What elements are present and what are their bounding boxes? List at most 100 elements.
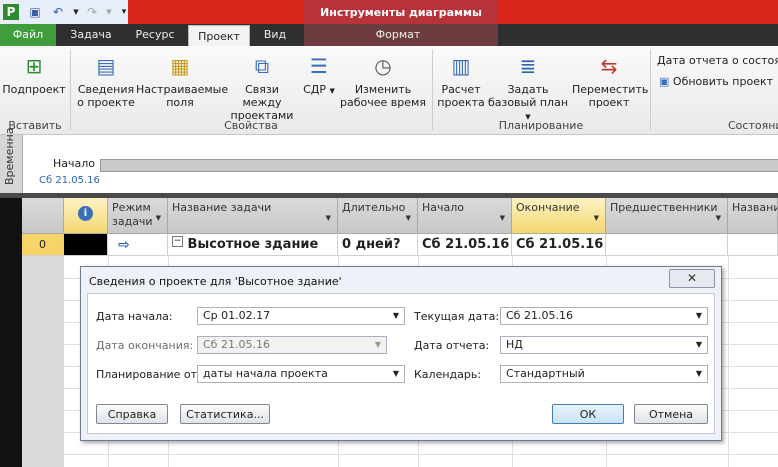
chevron-down-icon[interactable]: ▼ [696, 308, 702, 324]
dialog-title: Сведения о проекте для 'Высотное здание' [89, 275, 342, 288]
status-date-field[interactable]: НД ▼ [500, 336, 708, 354]
separator [70, 50, 71, 130]
chevron-down-icon[interactable]: ▼ [393, 366, 399, 382]
chevron-down-icon[interactable]: ▼ [500, 211, 505, 225]
indicators-header[interactable]: i [64, 198, 108, 234]
tab-format[interactable]: Формат [360, 24, 436, 46]
calculator-icon: ▥ [451, 54, 471, 78]
current-date-field[interactable]: Сб 21.05.16 ▼ [500, 307, 708, 325]
subproject-button[interactable]: ⊞ Подпроект [2, 52, 66, 96]
set-baseline-button[interactable]: ≣ Задать базовый план ▼ [486, 52, 570, 124]
tab-project[interactable]: Проект [188, 25, 250, 47]
current-date-label: Текущая дата: [414, 310, 500, 323]
gantt-tools-label: Инструменты диаграммы Ганта [304, 0, 498, 45]
calendar-select[interactable]: Стандартный ▼ [500, 365, 708, 383]
calculate-project-button[interactable]: ▥ Расчет проекта [436, 52, 486, 109]
schedule-from-value: даты начала проекта [203, 367, 328, 380]
duration-header[interactable]: Длительно ▼ [338, 198, 418, 234]
status-date-button[interactable]: Дата отчета о состоян [657, 54, 778, 67]
group-schedule-label: Планирование [498, 119, 584, 132]
task-name: Высотное здание [187, 237, 319, 252]
custom-fields-icon: ▦ [170, 54, 190, 78]
update-project-icon: ▣ [659, 75, 670, 88]
project-info-icon: ▤ [96, 54, 116, 78]
custom-fields-button[interactable]: ▦ Настраиваемые поля [136, 52, 228, 109]
chevron-down-icon[interactable]: ▼ [716, 211, 721, 225]
row-id[interactable]: 0 [22, 234, 64, 256]
chevron-down-icon: ▼ [374, 340, 381, 349]
chevron-down-icon[interactable]: ▼ [406, 211, 411, 225]
predecessors-cell[interactable] [606, 234, 728, 256]
finish-header[interactable]: Окончание ▼ [512, 198, 606, 234]
project-app-icon[interactable]: P [3, 4, 19, 20]
change-working-time-label-2: рабочее время [340, 96, 426, 109]
redo-icon[interactable]: ↷ [84, 4, 100, 20]
statistics-button[interactable]: Статистика... [180, 404, 270, 424]
chevron-down-icon[interactable]: ▼ [156, 211, 161, 225]
tab-resource[interactable]: Ресурс [124, 24, 186, 46]
schedule-from-select[interactable]: даты начала проекта ▼ [197, 365, 405, 383]
collapse-icon[interactable]: − [172, 236, 183, 247]
help-button[interactable]: Справка [96, 404, 168, 424]
task-name-cell[interactable]: − Высотное здание [168, 234, 338, 256]
ribbon: ⊞ Подпроект ▤ Сведения о проекте ▦ Настр… [0, 46, 778, 135]
task-mode-header[interactable]: Режим задачи ▼ [108, 198, 168, 234]
finish-date-value: Сб 21.05.16 [203, 338, 270, 351]
resource-names-cell[interactable] [728, 234, 778, 256]
subproject-icon: ⊞ [25, 54, 43, 78]
resource-names-header[interactable]: Названи [728, 198, 778, 234]
view-bar [0, 198, 22, 467]
calculate-label-2: проекта [437, 96, 485, 109]
links-between-projects-button[interactable]: ⧉ Связи между проектами [224, 52, 300, 122]
move-project-button[interactable]: ⇆ Переместить проект [572, 52, 649, 109]
task-name-header[interactable]: Название задачи ▼ [168, 198, 338, 234]
start-header[interactable]: Начало ▼ [418, 198, 512, 234]
duration-cell[interactable]: 0 дней? [338, 234, 418, 256]
start-date-field[interactable]: Ср 01.02.17 ▼ [197, 307, 405, 325]
start-date-label: Дата начала: [96, 310, 173, 323]
redo-dropdown-icon[interactable]: ▼ [101, 4, 117, 20]
change-working-time-button[interactable]: ◷ Изменить рабочее время [338, 52, 428, 109]
undo-icon[interactable]: ↶ [50, 4, 66, 20]
info-icon: i [78, 206, 93, 221]
dialog-body: Дата начала: Ср 01.02.17 ▼ Дата окончани… [87, 293, 715, 434]
status-date-value: НД [506, 338, 523, 351]
calendar-value: Стандартный [506, 367, 585, 380]
move-project-icon: ⇆ [600, 54, 618, 78]
chevron-down-icon[interactable]: ▼ [696, 366, 702, 382]
resource-names-header-label: Названи [732, 201, 778, 214]
start-cell[interactable]: Сб 21.05.16 [418, 234, 512, 256]
task-name-header-label: Название задачи [172, 201, 272, 214]
chevron-down-icon[interactable]: ▼ [594, 211, 599, 225]
cancel-button[interactable]: Отмена [634, 404, 708, 424]
wbs-button[interactable]: ☰ СДР ▼ [302, 52, 336, 98]
project-info-button[interactable]: ▤ Сведения о проекте [76, 52, 136, 109]
chevron-down-icon[interactable]: ▼ [696, 337, 702, 353]
tab-task[interactable]: Задача [60, 24, 122, 46]
finish-date-label: Дата окончания: [96, 339, 194, 352]
close-button[interactable]: ✕ [669, 269, 715, 288]
task-mode-cell[interactable]: ⇨ [108, 234, 168, 256]
move-project-label-1: Переместить [572, 83, 649, 96]
indicator-cell[interactable] [64, 234, 108, 256]
tab-file[interactable]: Файл [0, 24, 56, 46]
links-icon: ⧉ [254, 54, 270, 78]
current-date-value: Сб 21.05.16 [506, 309, 573, 322]
predecessors-header[interactable]: Предшественники ▼ [606, 198, 728, 234]
move-project-label-2: проект [588, 96, 630, 109]
save-icon[interactable]: ▣ [27, 4, 43, 20]
task-mode-header-label-1: Режим [112, 201, 151, 214]
chevron-down-icon[interactable]: ▼ [393, 308, 399, 324]
predecessors-header-label: Предшественники [610, 201, 718, 214]
tab-view[interactable]: Вид [252, 24, 298, 46]
update-project-button[interactable]: ▣ Обновить проект [659, 75, 773, 88]
group-properties-label: Свойства [224, 119, 278, 132]
select-all-corner[interactable] [22, 198, 64, 234]
ok-button[interactable]: ОК [552, 404, 624, 424]
wbs-dropdown-icon: ▼ [329, 87, 335, 95]
finish-cell[interactable]: Сб 21.05.16 [512, 234, 606, 256]
customize-toolbar-icon[interactable]: ▾ [116, 4, 132, 20]
chevron-down-icon[interactable]: ▼ [326, 211, 331, 225]
undo-dropdown-icon[interactable]: ▼ [68, 4, 84, 20]
timeline-bar[interactable] [100, 159, 778, 172]
